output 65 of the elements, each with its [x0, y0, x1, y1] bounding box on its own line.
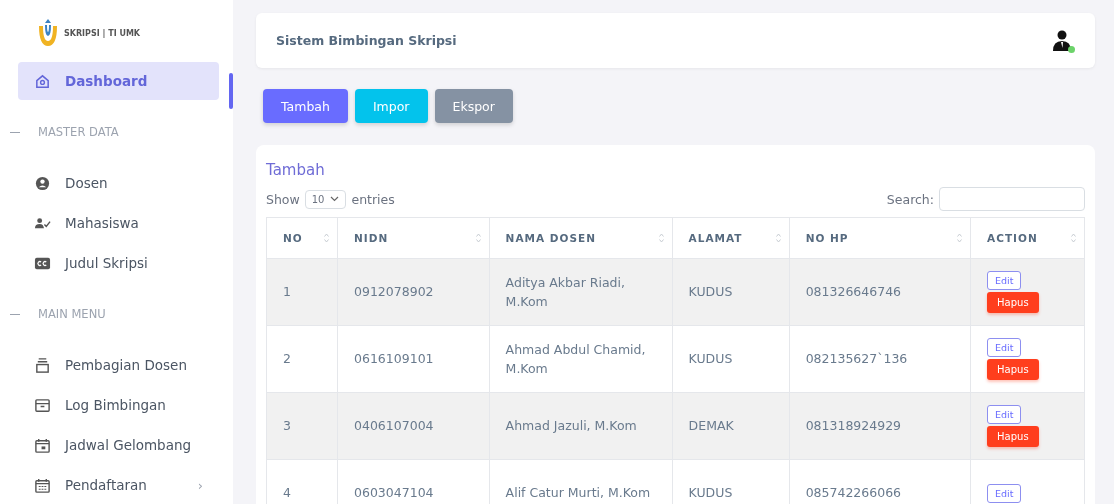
- toolbar-button[interactable]: Tambah: [263, 89, 348, 123]
- chevron-down-icon: [330, 196, 340, 202]
- app-title: Sistem Bimbingan Skripsi: [276, 33, 457, 48]
- column-header[interactable]: NIDN: [337, 217, 490, 259]
- delete-button[interactable]: Hapus: [987, 359, 1039, 380]
- sort-icon: [775, 233, 781, 243]
- column-header[interactable]: NO: [266, 217, 338, 259]
- edit-button[interactable]: Edit: [987, 338, 1022, 357]
- page-size-select[interactable]: 10: [304, 189, 347, 209]
- home-icon: [34, 72, 51, 90]
- section-heading: MAIN MENU: [38, 307, 106, 321]
- table-cell: 3: [266, 392, 338, 460]
- card-title: Tambah: [266, 161, 326, 179]
- edit-button[interactable]: Edit: [987, 405, 1022, 424]
- column-header[interactable]: ALAMAT: [672, 217, 790, 259]
- sort-icon: [658, 233, 664, 243]
- user-avatar-icon[interactable]: [1051, 28, 1075, 53]
- table-cell: Ahmad Abdul Chamid, M.Kom: [489, 325, 673, 393]
- edit-button[interactable]: Edit: [987, 483, 1022, 503]
- sidebar-item[interactable]: Pendaftaran ›: [18, 466, 219, 504]
- calendar-day-icon: [34, 436, 51, 454]
- table-cell: 2: [266, 325, 338, 393]
- sort-icon: [1071, 233, 1076, 243]
- sidebar-item[interactable]: Judul Skripsi: [18, 244, 219, 282]
- toolbar-button[interactable]: Ekspor: [434, 89, 513, 123]
- stack-icon: [34, 356, 51, 374]
- table-cell: 0616109101: [337, 325, 490, 393]
- table-cell: 0406107004: [337, 392, 490, 460]
- search-field[interactable]: [939, 187, 1085, 211]
- show-label: Show: [266, 191, 300, 207]
- search-label: Search:: [886, 191, 934, 207]
- sidebar-item[interactable]: Pembagian Dosen: [18, 346, 219, 384]
- column-header[interactable]: NO HP: [789, 217, 971, 259]
- entries-label: entries: [351, 191, 395, 207]
- brand-name: SKRIPSI | TI UMK: [64, 28, 141, 38]
- column-header[interactable]: NAMA DOSEN: [489, 217, 673, 259]
- table-cell: 081318924929: [789, 392, 971, 460]
- sidebar-item[interactable]: Dashboard: [18, 62, 219, 100]
- sort-icon: [957, 233, 963, 243]
- sidebar-item[interactable]: Mahasiswa: [18, 204, 219, 242]
- delete-button[interactable]: Hapus: [987, 426, 1039, 447]
- delete-button[interactable]: Hapus: [987, 292, 1039, 313]
- sidebar-item[interactable]: Dosen: [18, 164, 219, 202]
- edit-button[interactable]: Edit: [987, 271, 1022, 290]
- column-header[interactable]: ACTION: [970, 217, 1085, 259]
- sort-icon: [475, 233, 481, 243]
- table-cell: 082135627`136: [789, 325, 971, 393]
- table-cell: 0912078902: [337, 258, 490, 326]
- calendar-grid-icon: [34, 476, 51, 494]
- section-heading: MASTER DATA: [38, 125, 119, 139]
- table-cell: KUDUS: [672, 258, 790, 326]
- sidebar-item[interactable]: Log Bimbingan: [18, 386, 219, 424]
- table-cell: Ahmad Jazuli, M.Kom: [489, 392, 673, 460]
- table-cell: KUDUS: [672, 325, 790, 393]
- chevron-icon: ›: [197, 477, 203, 493]
- user-circle-icon: [34, 174, 51, 192]
- table-cell: 4: [266, 459, 338, 504]
- table-cell: DEMAK: [672, 392, 790, 460]
- table-cell: 081326646746: [789, 258, 971, 326]
- logo-icon: [36, 18, 60, 48]
- sort-icon: [324, 233, 329, 243]
- sidebar-item[interactable]: Jadwal Gelombang: [18, 426, 219, 464]
- table-cell: 1: [266, 258, 338, 326]
- archive-icon: [34, 396, 51, 414]
- table-cell: Aditya Akbar Riadi, M.Kom: [489, 258, 673, 326]
